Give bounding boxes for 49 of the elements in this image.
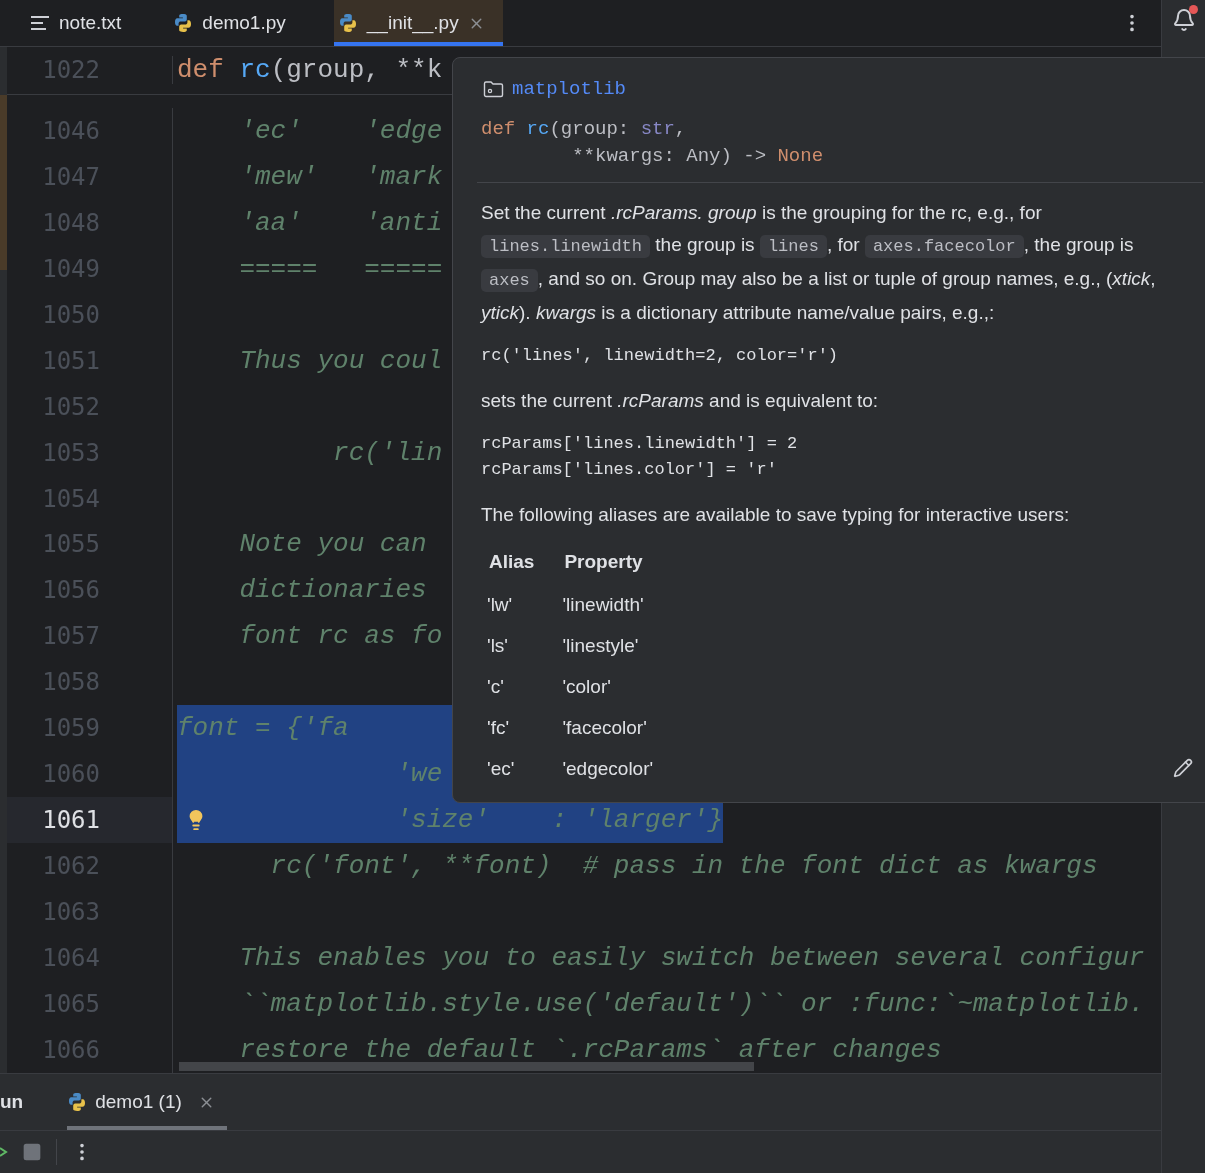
table-cell-text: 'lw' [486,593,514,617]
column-header: Alias [488,550,536,574]
file-tab[interactable]: __init__.py [333,0,503,46]
code-line: 'mew' 'mark [238,161,443,192]
table-cell-text: 'edgecolor' [561,757,655,781]
code-line: Thus you coul [238,345,443,376]
module-link[interactable]: matplotlib [512,78,627,100]
code-line: 'aa' 'anti [238,207,443,238]
code-line: 'ec' 'edge [238,115,443,146]
code-line: ===== ===== [238,253,443,284]
code-example: rc('lines', linewidth=2, color='r') [481,345,840,367]
text-file-icon [30,15,50,31]
code-line: restore the default `.rcParams` after changes [238,1034,942,1065]
code-line: dictionaries [238,575,427,606]
python-icon [337,13,358,33]
code-example: rcParams['lines.linewidth'] = 2 rcParams['lines.color'] = 'r' [481,433,799,481]
code-line: rc('font', **font) # pass in the font dict as kwargs [269,851,1098,882]
python-icon [67,1092,88,1112]
table-cell-text: 'c' [486,675,505,699]
code-line: This enables you to easily switch between several configur [238,943,1145,974]
code-line: font rc as fo [238,621,443,652]
code-line: ``matplotlib.style.use('default')`` or :func:`~matplotlib. [238,989,1145,1019]
table-cell-text: 'facecolor' [561,716,648,740]
python-icon [173,13,194,33]
doc-paragraph: Set the current .rcParams. group is the grouping for the rc, e.g., for lines.linewidth the group is lines , for axes.facecolor , the group is axes , and so on. Group may also be a list or tuple of group names, e.g., (xtick, ytick). kwargs is a dictionary attribute name/value pairs, e.g.,: [481,201,1157,325]
horizontal-scrollbar[interactable] [179,1062,754,1071]
table-cell-text: 'color' [561,675,612,699]
code-line: Note you can [238,529,427,560]
folder-icon [483,80,504,98]
code-line: rc('lin [332,437,443,468]
run-tab[interactable]: demo1 (1) [67,1074,227,1130]
table-cell-text: 'linewidth' [561,593,645,617]
panel-title: un [0,1090,24,1114]
code-line: def rc(group, **k [176,55,443,86]
table-cell-text: 'ec' [486,757,516,781]
file-tab[interactable]: note.txt [26,0,140,46]
column-header: Property [563,550,644,574]
doc-paragraph: sets the current .rcParams and is equivalent to: [481,389,880,413]
edit-icon[interactable] [1173,758,1193,778]
line-number: 1061 [42,806,100,835]
table-cell-text: 'linestyle' [561,634,640,658]
table-cell-text: 'fc' [486,716,511,740]
stop-icon[interactable] [22,1142,42,1162]
notification-badge [1188,5,1198,14]
doc-paragraph: The following aliases are available to save typing for interactive users: [481,503,1071,527]
function-signature: def rc(group: str, **kwargs: Any) -> None [481,117,825,169]
file-tab[interactable]: demo1.py [169,0,304,46]
table-cell-text: 'ls' [486,634,509,658]
notifications-icon[interactable] [1171,8,1196,32]
